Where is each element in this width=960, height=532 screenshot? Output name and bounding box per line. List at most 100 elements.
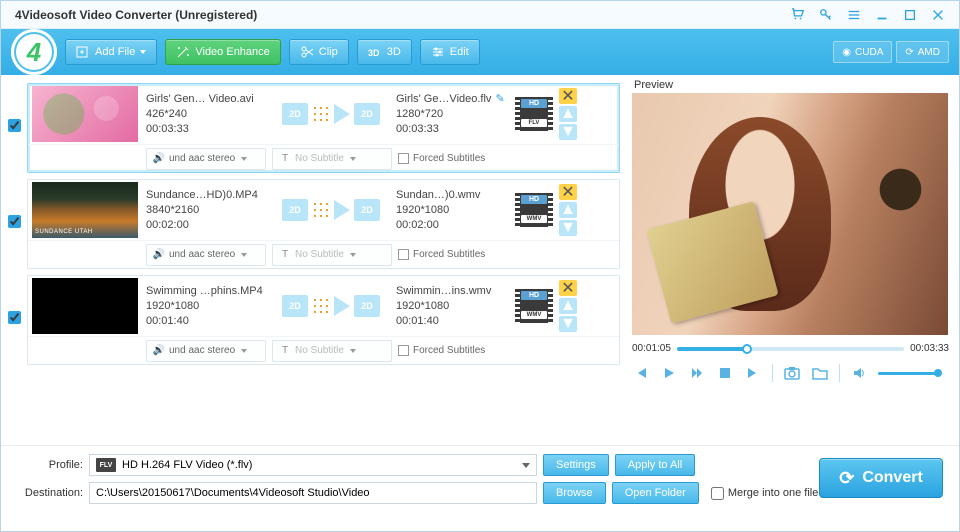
move-up-button[interactable]: ▲ (559, 298, 577, 314)
bottom-bar: Profile: FLV HD H.264 FLV Video (*.flv) … (1, 445, 959, 518)
forced-subtitles-checkbox[interactable]: Forced Subtitles (398, 153, 485, 164)
subtitle-icon: T (279, 249, 291, 261)
volume-slider[interactable] (878, 372, 938, 375)
play-button[interactable] (660, 364, 678, 382)
item-checkbox[interactable] (8, 119, 21, 137)
audio-track-dropdown[interactable]: 🔊und aac stereo (146, 148, 266, 170)
cuda-button[interactable]: ◉CUDA (833, 41, 892, 63)
item-checkbox[interactable] (8, 215, 21, 233)
list-item[interactable]: Girls' Gen… Video.avi426*24000:03:332D2D… (27, 83, 620, 173)
time-current: 00:01:05 (632, 343, 671, 354)
preview-video[interactable] (632, 93, 948, 335)
edit-button[interactable]: Edit (420, 39, 480, 65)
arrow-icon (334, 104, 350, 124)
profile-format-icon: FLV (96, 458, 116, 472)
magic-wand-icon (176, 45, 190, 59)
seek-slider[interactable] (677, 347, 904, 351)
thumbnail[interactable] (32, 86, 138, 142)
thumbnail[interactable] (32, 278, 138, 334)
video-enhance-label: Video Enhance (195, 46, 269, 58)
move-down-button[interactable]: ▼ (559, 124, 577, 140)
add-file-button[interactable]: Add File (65, 39, 157, 65)
forced-subtitles-checkbox[interactable]: Forced Subtitles (398, 345, 485, 356)
target-info: Swimmin…ins.wmv1920*108000:01:40 (396, 284, 511, 329)
remove-item-button[interactable]: ✕ (559, 184, 577, 200)
video-enhance-button[interactable]: Video Enhance (165, 39, 280, 65)
toolbar: 4 Add File Video Enhance Clip 3D 3D Edit… (1, 29, 959, 75)
reorder-controls: ✕ ▲ ▼ (559, 280, 577, 332)
audio-track-dropdown[interactable]: 🔊und aac stereo (146, 244, 266, 266)
clip-label: Clip (319, 46, 338, 58)
cart-icon[interactable] (787, 4, 809, 26)
thumbnail[interactable] (32, 182, 138, 238)
volume-icon[interactable] (850, 364, 868, 382)
format-badge[interactable]: HDWMV (515, 193, 553, 227)
key-icon[interactable] (815, 4, 837, 26)
source-2d-badge: 2D (282, 199, 308, 221)
profile-value: HD H.264 FLV Video (*.flv) (122, 459, 252, 471)
3d-button[interactable]: 3D 3D (357, 39, 412, 65)
dots-icon (312, 297, 330, 315)
dots-icon (312, 201, 330, 219)
close-icon[interactable] (927, 4, 949, 26)
target-info: Sundan…)0.wmv1920*108000:02:00 (396, 188, 511, 233)
edit-name-icon[interactable]: ✎ (495, 93, 504, 105)
speaker-icon: 🔊 (153, 153, 165, 165)
window-title: 4Videosoft Video Converter (Unregistered… (15, 8, 257, 22)
move-down-button[interactable]: ▼ (559, 220, 577, 236)
menu-icon[interactable] (843, 4, 865, 26)
target-2d-badge: 2D (354, 199, 380, 221)
list-item[interactable]: Sundance…HD)0.MP43840*216000:02:00 2D 2D Su… (27, 179, 620, 269)
merge-checkbox[interactable]: Merge into one file (711, 487, 819, 500)
prev-button[interactable] (632, 364, 650, 382)
chevron-down-icon (140, 50, 146, 54)
item-checkbox[interactable] (8, 311, 21, 329)
move-up-button[interactable]: ▲ (559, 106, 577, 122)
svg-text:3D: 3D (368, 48, 380, 58)
subtitle-dropdown[interactable]: TNo Subtitle (272, 148, 392, 170)
format-badge[interactable]: HDWMV (515, 289, 553, 323)
source-info: Sundance…HD)0.MP43840*216000:02:00 (146, 188, 266, 233)
subtitle-icon: T (279, 153, 291, 165)
subtitle-dropdown[interactable]: TNo Subtitle (272, 244, 392, 266)
source-info: Girls' Gen… Video.avi426*24000:03:33 (146, 92, 266, 137)
time-row: 00:01:05 00:03:33 (632, 343, 949, 354)
format-badge[interactable]: HDFLV (515, 97, 553, 131)
remove-item-button[interactable]: ✕ (559, 88, 577, 104)
stop-button[interactable] (716, 364, 734, 382)
remove-item-button[interactable]: ✕ (559, 280, 577, 296)
target-2d-badge: 2D (354, 103, 380, 125)
destination-value: C:\Users\20150617\Documents\4Videosoft S… (96, 487, 370, 499)
subtitle-icon: T (279, 345, 291, 357)
open-snapshot-folder-button[interactable] (811, 364, 829, 382)
apply-to-all-button[interactable]: Apply to All (615, 454, 695, 476)
preview-label: Preview (634, 79, 949, 91)
edit-label: Edit (450, 46, 469, 58)
next-button[interactable] (744, 364, 762, 382)
list-item[interactable]: Swimming …phins.MP41920*108000:01:402D2D… (27, 275, 620, 365)
subtitle-dropdown[interactable]: TNo Subtitle (272, 340, 392, 362)
clip-button[interactable]: Clip (289, 39, 349, 65)
profile-dropdown[interactable]: FLV HD H.264 FLV Video (*.flv) (89, 454, 537, 476)
browse-button[interactable]: Browse (543, 482, 606, 504)
destination-label: Destination: (13, 487, 83, 499)
minimize-icon[interactable] (871, 4, 893, 26)
fast-forward-button[interactable] (688, 364, 706, 382)
forced-subtitles-checkbox[interactable]: Forced Subtitles (398, 249, 485, 260)
settings-button[interactable]: Settings (543, 454, 609, 476)
chevron-down-icon (522, 463, 530, 468)
conversion-graphic: 2D2D (266, 295, 396, 317)
sliders-icon (431, 45, 445, 59)
convert-button[interactable]: Convert (819, 458, 943, 498)
destination-field[interactable]: C:\Users\20150617\Documents\4Videosoft S… (89, 482, 537, 504)
snapshot-button[interactable] (783, 364, 801, 382)
open-folder-button[interactable]: Open Folder (612, 482, 699, 504)
maximize-icon[interactable] (899, 4, 921, 26)
move-up-button[interactable]: ▲ (559, 202, 577, 218)
source-info: Swimming …phins.MP41920*108000:01:40 (146, 284, 266, 329)
scissors-icon (300, 45, 314, 59)
move-down-button[interactable]: ▼ (559, 316, 577, 332)
3d-icon: 3D (368, 45, 382, 59)
audio-track-dropdown[interactable]: 🔊und aac stereo (146, 340, 266, 362)
amd-button[interactable]: ⟳AMD (896, 41, 949, 63)
